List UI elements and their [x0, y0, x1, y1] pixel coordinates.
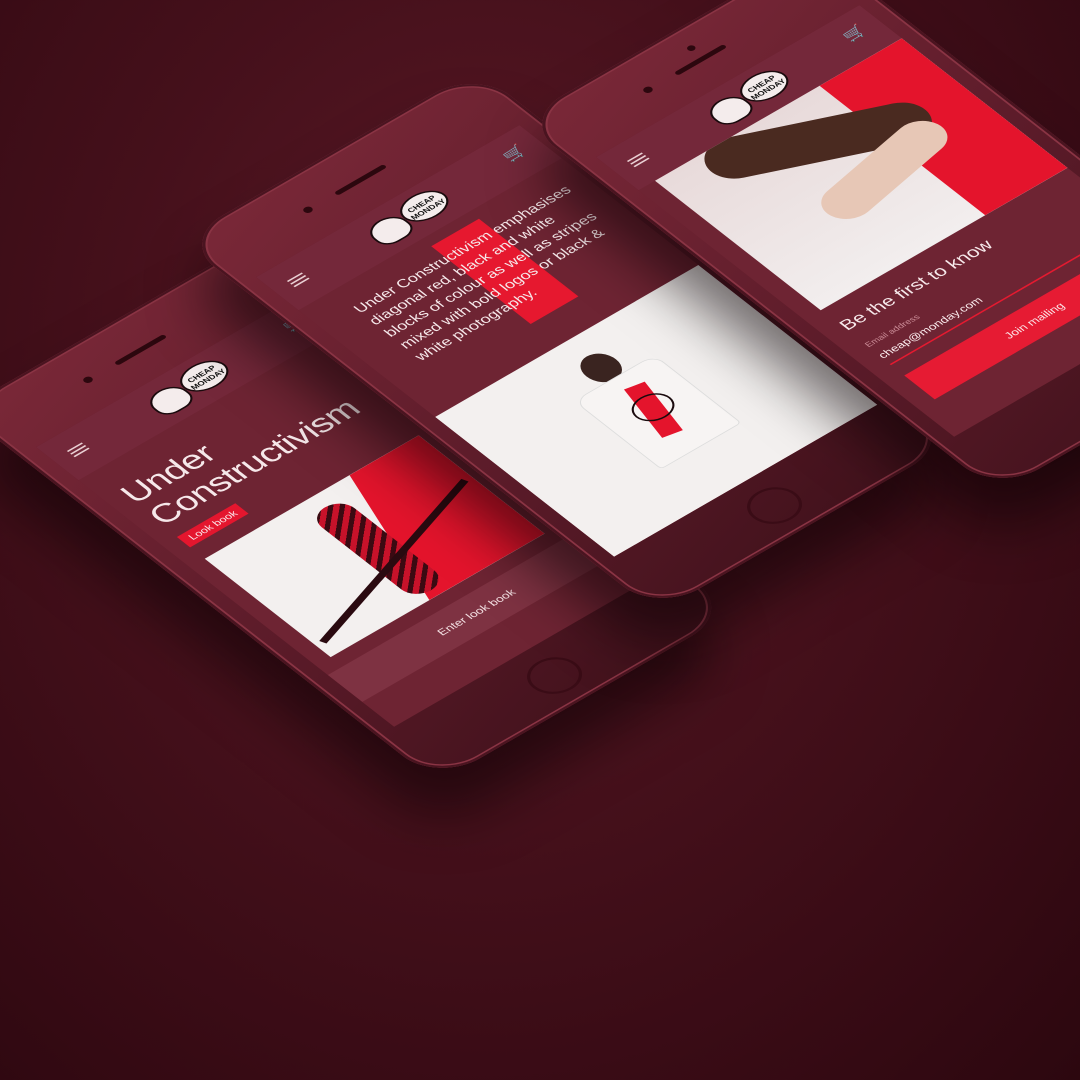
brand-logo[interactable]: CHEAP MONDAY — [138, 352, 247, 421]
front-camera — [81, 375, 95, 385]
home-button[interactable] — [515, 649, 594, 702]
hands-photo — [654, 38, 1068, 311]
front-camera — [301, 205, 315, 215]
front-sensor — [641, 85, 655, 95]
menu-icon[interactable] — [626, 152, 650, 168]
speaker — [673, 44, 728, 76]
front-camera — [685, 44, 698, 53]
speaker — [113, 334, 168, 366]
cart-icon[interactable]: 🛒 — [838, 23, 870, 44]
menu-icon[interactable] — [286, 272, 310, 288]
menu-icon[interactable] — [66, 442, 90, 458]
home-button[interactable] — [1075, 359, 1080, 412]
speaker — [333, 164, 388, 196]
mockup-stage: CHEAP MONDAY 🛒 Under Constructivism Look… — [0, 0, 1080, 1080]
cart-icon[interactable]: 🛒 — [498, 143, 530, 164]
home-button[interactable] — [735, 479, 814, 532]
